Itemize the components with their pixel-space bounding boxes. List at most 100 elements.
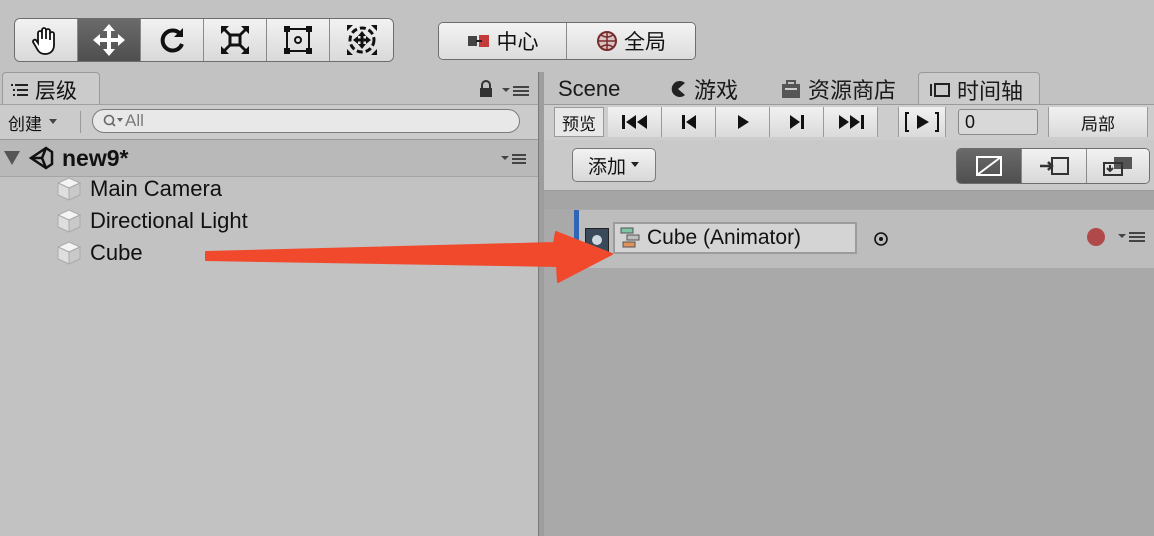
tab-game-label: 游戏 — [694, 78, 739, 103]
ripple-icon — [1103, 157, 1132, 176]
store-icon — [782, 80, 800, 98]
gameobject-cube-icon — [56, 209, 82, 233]
track-binding-field[interactable]: Cube (Animator) — [613, 222, 857, 254]
curve-icon — [976, 156, 1002, 176]
transform-tools — [14, 18, 394, 62]
step-forward-icon — [789, 115, 804, 129]
track-menu-icon[interactable] — [1117, 230, 1147, 244]
pivot-global-label: 全局 — [624, 31, 666, 54]
play-range-icon — [905, 112, 939, 132]
globe-icon — [597, 31, 617, 51]
mix-in-icon — [1040, 157, 1069, 175]
list-item[interactable]: Main Camera — [0, 173, 538, 205]
scale-tool-button[interactable] — [204, 19, 267, 61]
go-to-start-button[interactable] — [608, 107, 662, 137]
list-item-label: Cube — [90, 240, 143, 265]
timeline-controls-bar: 预览 0 局部 — [544, 104, 1154, 142]
dropdown-caret-icon — [631, 162, 639, 167]
gameobject-cube-icon — [56, 241, 82, 265]
list-icon — [11, 83, 28, 96]
toolbar-divider — [80, 111, 81, 133]
unity-scene-icon — [28, 146, 54, 170]
scene-name: new9* — [62, 145, 129, 171]
tab-timeline-label: 时间轴 — [957, 78, 1024, 104]
track-binding-label: Cube (Animator) — [647, 226, 802, 249]
track-spacer — [544, 191, 1154, 209]
go-to-end-button[interactable] — [824, 107, 878, 137]
local-mode-button[interactable]: 局部 — [1048, 107, 1148, 137]
rect-tool-icon — [284, 26, 312, 54]
tab-asset-store-label: 资源商店 — [808, 78, 897, 103]
rotate-tool-button[interactable] — [141, 19, 204, 61]
create-label: 创建 — [8, 114, 42, 134]
lock-icon[interactable] — [478, 80, 494, 103]
timeline-add-bar: 添加 — [544, 140, 1154, 191]
tab-hierarchy-label: 层级 — [35, 79, 77, 103]
play-button[interactable] — [716, 107, 770, 137]
list-item-label: Main Camera — [90, 176, 223, 201]
rect-tool-button[interactable] — [267, 19, 330, 61]
curves-mode-button[interactable] — [957, 149, 1022, 183]
tab-game[interactable]: 游戏 — [668, 72, 738, 106]
dropdown-caret-icon — [49, 119, 57, 124]
search-placeholder: All — [125, 111, 144, 130]
step-back-icon — [681, 115, 696, 129]
scene-menu-icon[interactable] — [500, 152, 528, 166]
scene-header-row[interactable]: new9* — [0, 140, 538, 177]
timeline-mode-group — [956, 148, 1150, 184]
search-icon — [103, 114, 123, 127]
move-tool-icon — [93, 24, 125, 56]
add-track-label: 添加 — [587, 156, 626, 178]
pivot-toggle-group: 中心 全局 — [438, 22, 696, 60]
animator-track-icon — [585, 228, 609, 252]
list-item-label: Directional Light — [90, 208, 248, 233]
object-picker-icon[interactable] — [873, 231, 889, 247]
next-frame-button[interactable] — [770, 107, 824, 137]
create-dropdown[interactable]: 创建 — [8, 109, 58, 135]
preview-label: 预览 — [562, 114, 596, 134]
foldout-arrow-icon[interactable] — [4, 151, 20, 165]
mix-in-mode-button[interactable] — [1022, 149, 1087, 183]
rotate-tool-icon — [160, 28, 184, 53]
hierarchy-search-input[interactable]: All — [92, 109, 520, 133]
main-toolbar: 中心 全局 — [0, 0, 1154, 72]
game-icon — [671, 81, 685, 97]
add-track-button[interactable]: 添加 — [572, 148, 656, 182]
pivot-icon — [467, 35, 489, 47]
frame-number-field[interactable]: 0 — [958, 109, 1038, 135]
hierarchy-toolbar: 创建 All — [0, 104, 538, 140]
frame-number-value: 0 — [965, 112, 976, 132]
panel-menu-icon[interactable] — [500, 82, 530, 103]
preview-button[interactable]: 预览 — [554, 107, 604, 137]
hand-tool-button[interactable] — [15, 19, 78, 61]
play-icon — [737, 115, 749, 129]
ripple-mode-button[interactable] — [1087, 149, 1149, 183]
transform-tool-button[interactable] — [330, 19, 393, 61]
hand-tool-icon — [32, 27, 55, 55]
skip-end-icon — [838, 115, 864, 129]
timeline-panel: Scene 游戏 资源商店 时间轴 预览 0 局部 添加 Cube (Anima… — [544, 72, 1154, 536]
scale-tool-icon — [221, 26, 249, 54]
animator-icon — [620, 227, 640, 248]
tab-timeline[interactable]: 时间轴 — [918, 72, 1040, 106]
previous-frame-button[interactable] — [662, 107, 716, 137]
tab-asset-store[interactable]: 资源商店 — [780, 72, 896, 106]
pivot-center-label: 中心 — [496, 31, 539, 54]
local-mode-label: 局部 — [1081, 114, 1115, 134]
transform-tool-icon — [346, 25, 377, 55]
timeline-icon — [930, 82, 950, 97]
move-tool-button[interactable] — [78, 19, 141, 61]
hierarchy-panel: 层级 创建 All new9* Main Camera Directional … — [0, 72, 538, 536]
gameobject-cube-icon — [56, 177, 82, 201]
tab-scene[interactable]: Scene — [558, 72, 620, 106]
list-item[interactable]: Directional Light — [0, 205, 538, 237]
skip-start-icon — [621, 115, 647, 129]
animator-track-row[interactable]: Cube (Animator) — [579, 210, 1154, 268]
play-range-button[interactable] — [898, 107, 946, 137]
tab-hierarchy[interactable]: 层级 — [2, 72, 100, 106]
record-button[interactable] — [1087, 228, 1105, 246]
pivot-center-button[interactable]: 中心 — [439, 23, 567, 59]
pivot-global-button[interactable]: 全局 — [567, 23, 695, 59]
list-item[interactable]: Cube — [0, 237, 538, 269]
tab-scene-label: Scene — [558, 76, 621, 101]
